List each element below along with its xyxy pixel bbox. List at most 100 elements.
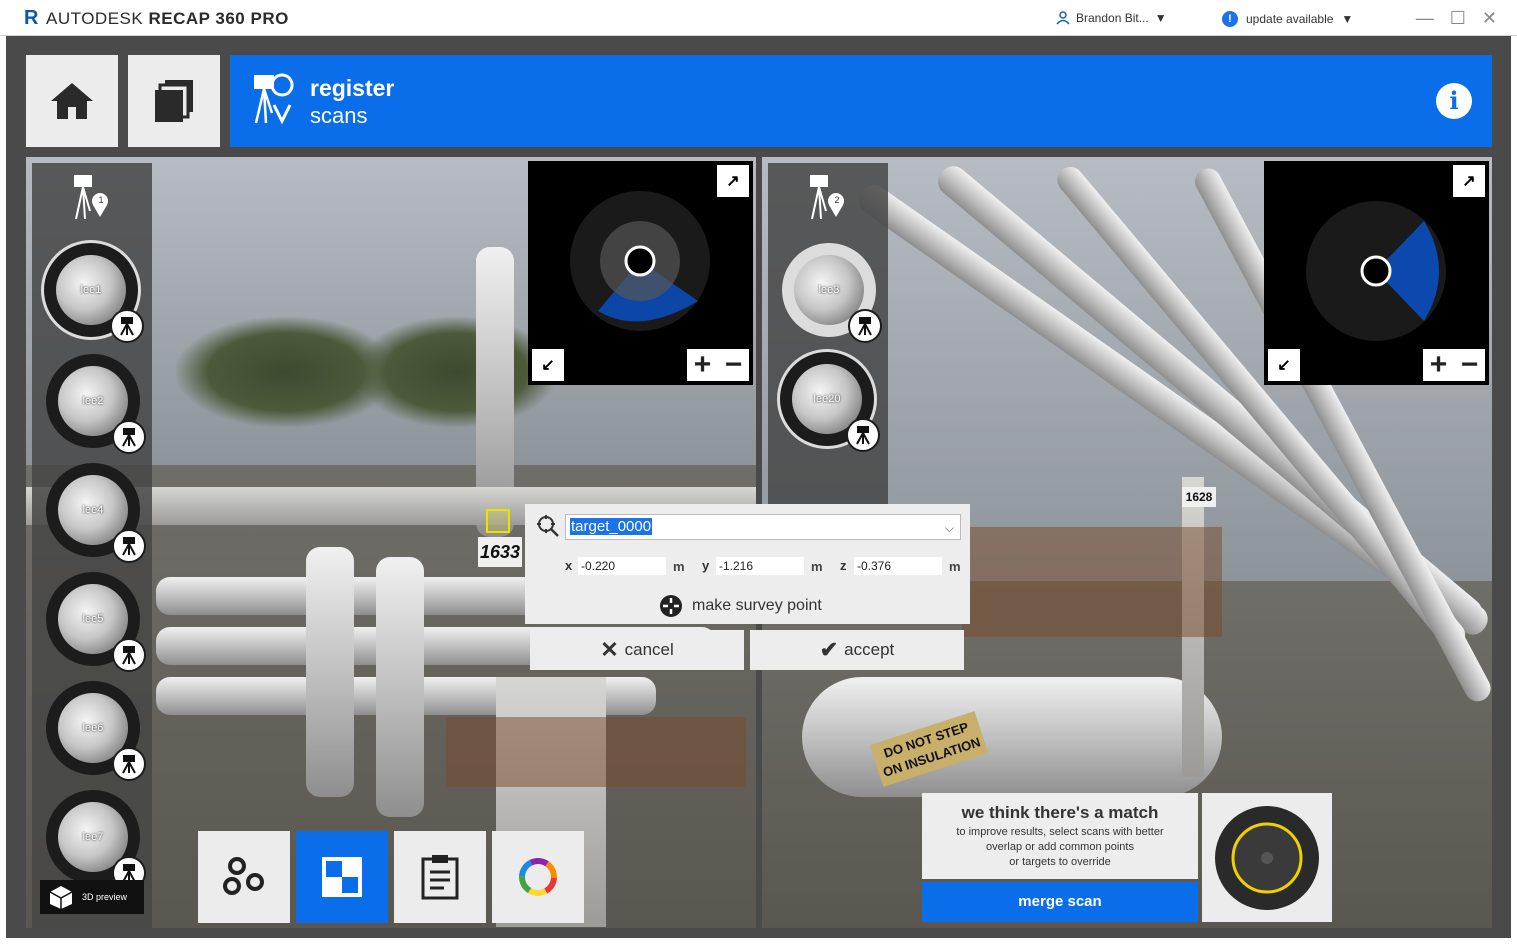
left-panel-number: 1 — [98, 195, 104, 205]
scanner-icon[interactable] — [112, 747, 146, 781]
target-dialog: target_0000 ⌵ x -0.220 m y -1.216 m z -0… — [525, 504, 970, 624]
banner-subtitle: scans — [310, 103, 368, 128]
page-banner: register scans i — [230, 55, 1492, 147]
home-button[interactable] — [26, 55, 118, 147]
scanner-icon[interactable] — [112, 420, 146, 454]
y-label: y — [702, 558, 710, 573]
target-name-value: target_0000 — [570, 518, 653, 535]
scan-thumb-lee6[interactable]: lee6 — [46, 681, 146, 781]
update-menu[interactable]: ! update available ▼ — [1222, 11, 1353, 27]
app-logo-icon: R — [24, 7, 39, 29]
dial-icon — [1215, 805, 1319, 910]
color-wheel-button[interactable] — [492, 831, 584, 923]
preview-label: 3D preview — [82, 892, 128, 902]
zoom-in-icon[interactable]: + — [1430, 350, 1448, 380]
zoom-out-icon[interactable]: − — [725, 350, 743, 380]
scanner-location-icon — [810, 175, 844, 220]
banner-title: register — [310, 75, 395, 101]
y-unit: m — [811, 559, 823, 574]
app-product: RECAP 360 — [148, 9, 246, 28]
pages-button[interactable] — [128, 55, 220, 147]
x-field[interactable]: -0.220 — [578, 557, 666, 575]
close-icon[interactable]: ✕ — [1482, 8, 1497, 29]
match-line2: overlap or add common points — [986, 841, 1134, 853]
left-minimap[interactable]: ↗ ↙ + − — [528, 161, 753, 385]
minimize-icon[interactable]: — — [1416, 8, 1434, 29]
tag-label: 1628 — [1182, 487, 1216, 507]
title-bar: R AUTODESK RECAP 360 PRO Brandon Bit... … — [0, 0, 1517, 36]
scan-thumb-lee4[interactable]: lee4 — [46, 463, 146, 563]
match-panel: we think there's a match to improve resu… — [922, 793, 1198, 879]
scanner-icon[interactable] — [112, 638, 146, 672]
merge-scan-button[interactable]: merge scan — [922, 882, 1198, 922]
accept-button[interactable]: ✔ accept — [750, 630, 964, 670]
maximize-icon[interactable]: ☐ — [1450, 8, 1466, 29]
user-menu[interactable]: Brandon Bit... ▼ — [1056, 11, 1167, 25]
survey-label: make survey point — [692, 597, 822, 614]
expand-icon[interactable]: ↗ — [1453, 165, 1485, 197]
collapse-icon[interactable]: ↙ — [532, 349, 564, 381]
match-heading: we think there's a match — [961, 803, 1159, 822]
nodes-button[interactable] — [198, 831, 290, 923]
cube-icon — [49, 886, 73, 909]
right-panel-number: 2 — [834, 195, 840, 205]
zoom-in-icon[interactable]: + — [694, 350, 712, 380]
z-unit: m — [949, 559, 961, 574]
clipboard-icon — [421, 855, 459, 900]
color-wheel-icon — [519, 858, 557, 896]
scanner-icon[interactable] — [110, 309, 144, 343]
app-title: AUTODESK RECAP 360 PRO — [46, 9, 289, 29]
z-label: z — [840, 558, 847, 573]
x-unit: m — [673, 559, 685, 574]
info-icon[interactable]: i — [1436, 83, 1472, 119]
chevron-down-icon: ▼ — [1341, 12, 1354, 26]
pages-icon — [155, 80, 193, 122]
user-name: Brandon Bit... — [1076, 11, 1149, 25]
make-survey-point-button[interactable]: make survey point — [658, 593, 822, 619]
tag-label: 1633 — [478, 537, 522, 567]
y-field[interactable]: -1.216 — [716, 557, 804, 575]
target-name-select[interactable]: target_0000 ⌵ — [565, 514, 961, 540]
chevron-down-icon: ▼ — [1154, 11, 1167, 25]
clipboard-button[interactable] — [394, 831, 486, 923]
target-icon — [537, 515, 559, 537]
alert-icon: ! — [1222, 11, 1238, 27]
scan-thumb-lee3[interactable]: lee3 — [782, 243, 882, 343]
match-line1: to improve results, select scans with be… — [956, 826, 1164, 838]
cancel-button[interactable]: ✕ cancel — [530, 630, 744, 670]
match-line3: or targets to override — [1009, 856, 1111, 868]
expand-icon[interactable]: ↗ — [717, 165, 749, 197]
cancel-label: cancel — [624, 640, 674, 659]
accept-label: accept — [844, 640, 895, 659]
chevron-down-icon: ⌵ — [944, 521, 954, 535]
scanner-icon[interactable] — [112, 529, 146, 563]
check-icon: ✔ — [819, 637, 839, 662]
app-brand: AUTODESK — [46, 9, 144, 28]
checker-icon — [322, 857, 362, 897]
scan-thumb-lee2[interactable]: lee2 — [46, 354, 146, 454]
close-icon: ✕ — [600, 637, 619, 662]
user-icon — [1056, 11, 1070, 25]
scan-thumb-lee5[interactable]: lee5 — [46, 572, 146, 672]
checker-button[interactable] — [296, 831, 388, 923]
right-minimap[interactable]: ↗ ↙ + − — [1264, 161, 1489, 385]
z-field[interactable]: -0.376 — [854, 557, 942, 575]
collapse-icon[interactable]: ↙ — [1268, 349, 1300, 381]
survey-point-icon — [660, 595, 682, 617]
nodes-icon — [223, 857, 264, 895]
scanner-location-icon — [74, 175, 108, 220]
scanner-icon[interactable] — [846, 418, 880, 452]
registration-dial[interactable] — [1202, 793, 1332, 922]
target-marker[interactable] — [486, 509, 510, 533]
update-label: update available — [1246, 12, 1334, 26]
scan-thumb-lee1[interactable]: lee1 — [44, 243, 144, 343]
scanner-icon[interactable] — [848, 309, 882, 343]
app-edition: PRO — [250, 9, 289, 28]
workspace: register scans i 1633 1 DO NOT STEP ON I… — [6, 36, 1511, 938]
zoom-out-icon[interactable]: − — [1461, 350, 1479, 380]
x-label: x — [565, 558, 573, 573]
scan-thumb-lee20[interactable]: lee20 — [780, 352, 880, 452]
home-icon — [51, 83, 93, 119]
scan-thumb-lee7[interactable]: lee7 — [46, 790, 146, 890]
3d-preview-button[interactable]: 3D preview — [40, 880, 144, 914]
